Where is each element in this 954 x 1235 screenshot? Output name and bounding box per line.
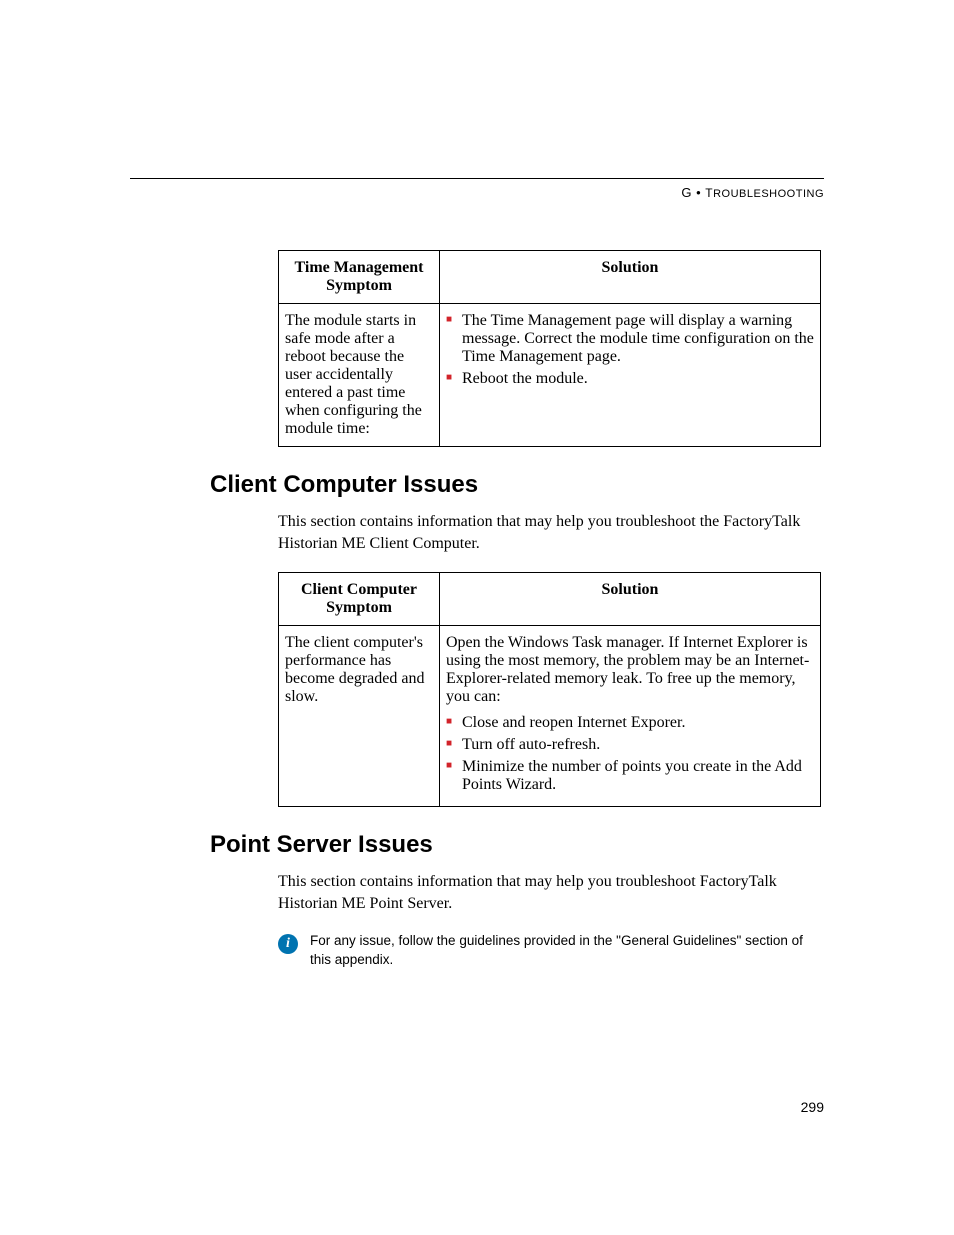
table-header-row: Client Computer Symptom Solution [279, 573, 821, 626]
cell-solution: Open the Windows Task manager. If Intern… [440, 626, 821, 807]
solution-list: Close and reopen Internet Exporer. Turn … [446, 714, 814, 794]
list-item: Minimize the number of points you create… [446, 758, 814, 794]
section-heading-client-computer: Client Computer Issues [210, 471, 824, 499]
header-text: G • TROUBLESHOOTING [130, 185, 824, 200]
cell-solution: The Time Management page will display a … [440, 304, 821, 447]
solution-list: The Time Management page will display a … [446, 312, 814, 388]
list-item: The Time Management page will display a … [446, 312, 814, 366]
page-number: 299 [801, 1099, 824, 1115]
time-management-table: Time Management Symptom Solution The mod… [278, 250, 821, 447]
col-header-symptom: Client Computer Symptom [279, 573, 440, 626]
note-text: For any issue, follow the guidelines pro… [310, 932, 818, 968]
col-header-symptom: Time Management Symptom [279, 251, 440, 304]
section-intro: This section contains information that m… [278, 511, 818, 554]
list-item: Close and reopen Internet Exporer. [446, 714, 814, 732]
section-intro: This section contains information that m… [278, 871, 818, 914]
section-heading-point-server: Point Server Issues [210, 831, 824, 859]
client-computer-table: Client Computer Symptom Solution The cli… [278, 572, 821, 807]
cell-symptom: The module starts in safe mode after a r… [279, 304, 440, 447]
solution-intro-text: Open the Windows Task manager. If Intern… [446, 634, 814, 706]
header-rule [130, 178, 824, 179]
cell-symptom: The client computer's performance has be… [279, 626, 440, 807]
note-block: i For any issue, follow the guidelines p… [278, 932, 818, 968]
header-appendix-letter: G [681, 185, 692, 200]
col-header-solution: Solution [440, 573, 821, 626]
page: G • TROUBLESHOOTING Time Management Symp… [0, 0, 954, 1235]
list-item: Reboot the module. [446, 370, 814, 388]
table-row: The client computer's performance has be… [279, 626, 821, 807]
col-header-solution: Solution [440, 251, 821, 304]
list-item: Turn off auto-refresh. [446, 736, 814, 754]
table-header-row: Time Management Symptom Solution [279, 251, 821, 304]
running-header: G • TROUBLESHOOTING [130, 178, 824, 200]
table-row: The module starts in safe mode after a r… [279, 304, 821, 447]
page-content: Time Management Symptom Solution The mod… [130, 250, 824, 993]
header-separator: • [696, 185, 701, 200]
header-chapter-title: TROUBLESHOOTING [705, 186, 824, 200]
info-icon: i [278, 934, 298, 954]
